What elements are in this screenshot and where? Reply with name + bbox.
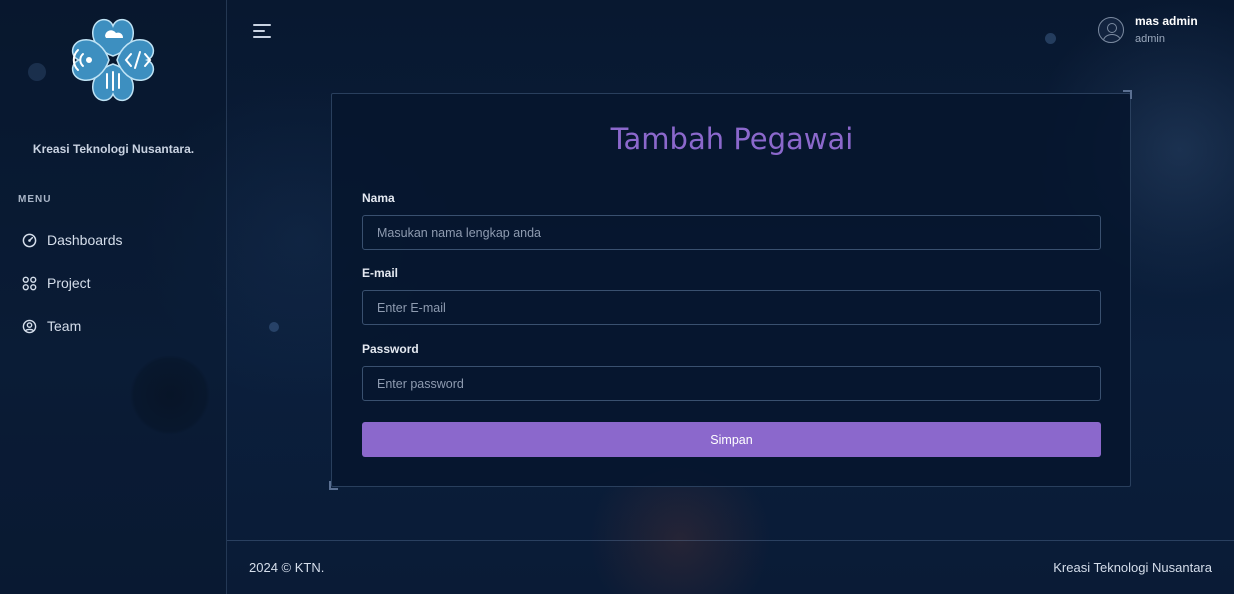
add-employee-form: Tambah Pegawai Nama E-mail Password Simp…: [331, 93, 1131, 487]
sidebar: Kreasi Teknologi Nusantara. MENU Dashboa…: [0, 0, 227, 594]
user-circle-icon: [22, 319, 37, 333]
sidebar-item-label: Team: [47, 318, 82, 334]
background-dot: [1045, 33, 1056, 44]
footer-company: Kreasi Teknologi Nusantara: [1053, 560, 1212, 575]
user-role: admin: [1135, 33, 1165, 45]
gauge-icon: [22, 233, 37, 247]
clover-logo-icon: [71, 18, 155, 102]
password-label: Password: [362, 342, 419, 356]
name-field[interactable]: [362, 215, 1101, 250]
user-menu[interactable]: mas admin admin: [1098, 14, 1198, 45]
sidebar-item-team[interactable]: Team: [22, 314, 81, 338]
hamburger-icon[interactable]: [253, 24, 273, 40]
card-corner-decoration: [1123, 90, 1132, 99]
user-name: mas admin: [1135, 14, 1198, 28]
footer-copyright: 2024 © KTN.: [249, 560, 325, 575]
name-label: Nama: [362, 191, 395, 205]
page-title: Tambah Pegawai: [610, 122, 854, 156]
sidebar-item-project[interactable]: Project: [22, 271, 91, 295]
password-field[interactable]: [362, 366, 1101, 401]
avatar: [1098, 17, 1124, 43]
footer-divider: [227, 540, 1234, 541]
email-field[interactable]: [362, 290, 1101, 325]
sidebar-item-dashboards[interactable]: Dashboards: [22, 228, 123, 252]
grid-icon: [22, 276, 37, 290]
sidebar-item-label: Dashboards: [47, 232, 123, 248]
card-corner-decoration: [329, 481, 338, 490]
email-label: E-mail: [362, 266, 399, 280]
menu-heading: MENU: [18, 194, 52, 205]
brand-name: Kreasi Teknologi Nusantara.: [32, 142, 195, 156]
save-button[interactable]: Simpan: [362, 422, 1101, 457]
sidebar-item-label: Project: [47, 275, 91, 291]
background-dot: [269, 322, 279, 332]
